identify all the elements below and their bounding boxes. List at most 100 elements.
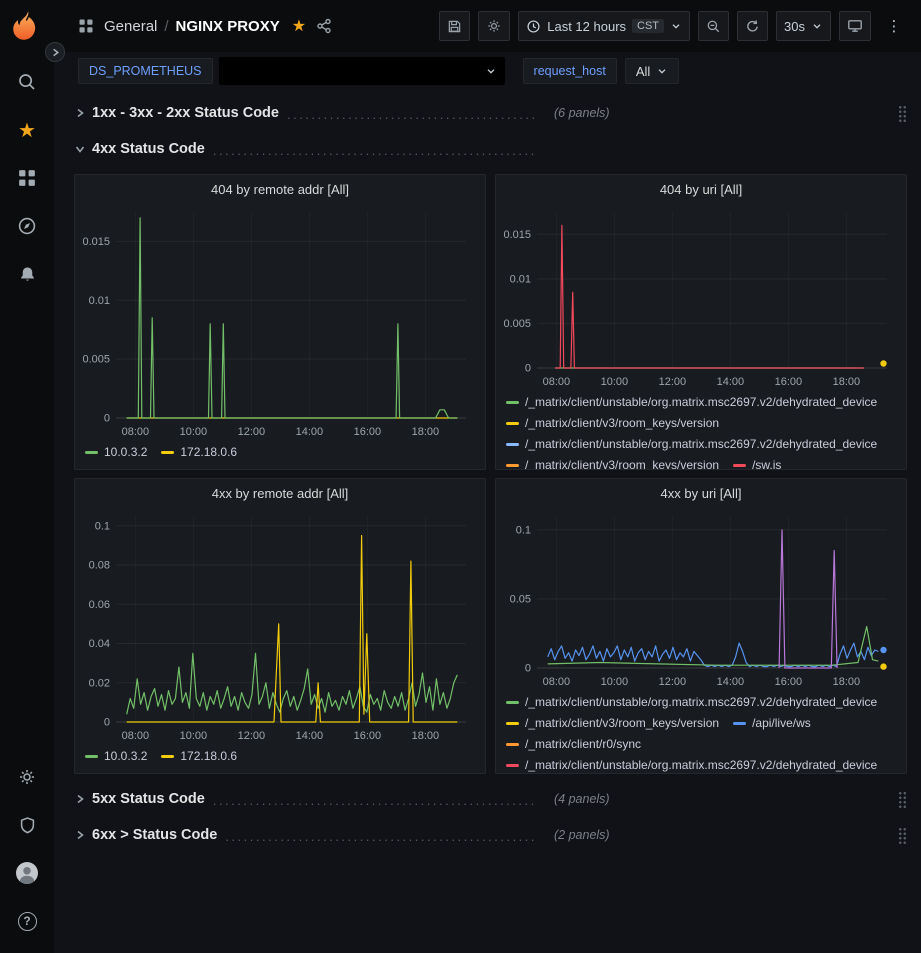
legend-item[interactable]: 172.18.0.6 xyxy=(161,442,237,463)
row-drag-handle[interactable] xyxy=(898,105,907,122)
row-panel-count: (4 panels) xyxy=(554,792,610,806)
row-drag-handle[interactable] xyxy=(898,791,907,808)
legend-item[interactable]: /_matrix/client/v3/room_keys/version xyxy=(506,713,719,734)
time-range-picker[interactable]: Last 12 hours CST xyxy=(518,11,690,41)
server-admin-shield-icon[interactable] xyxy=(8,806,46,844)
cycle-view-mode-button[interactable] xyxy=(839,11,871,41)
panel-legend: /_matrix/client/unstable/org.matrix.msc2… xyxy=(496,692,906,773)
legend-item[interactable]: /_matrix/client/unstable/org.matrix.msc2… xyxy=(506,755,877,773)
legend-item[interactable]: /_matrix/client/r0/sync xyxy=(506,734,641,755)
toolbar-right: Last 12 hours CST 30s xyxy=(439,11,909,41)
svg-text:0.005: 0.005 xyxy=(503,318,531,330)
legend-item[interactable]: 10.0.3.2 xyxy=(85,746,147,767)
explore-compass-icon[interactable] xyxy=(8,207,46,245)
svg-text:08:00: 08:00 xyxy=(543,676,571,688)
favorite-star-icon[interactable]: ★ xyxy=(292,16,306,36)
panel-title[interactable]: 404 by remote addr [All] xyxy=(75,175,485,202)
svg-text:12:00: 12:00 xyxy=(659,376,687,388)
datasource-variable-label[interactable]: DS_PROMETHEUS xyxy=(78,58,213,84)
help-icon[interactable]: ? xyxy=(8,902,46,940)
svg-text:0.015: 0.015 xyxy=(503,229,531,241)
svg-text:18:00: 18:00 xyxy=(412,426,440,438)
apps-grid-icon[interactable] xyxy=(78,18,94,34)
row-title: 5xx Status Code xyxy=(92,791,205,807)
refresh-interval-dropdown[interactable]: 30s xyxy=(776,11,831,41)
row-title: 4xx Status Code xyxy=(92,141,205,157)
grafana-logo-icon[interactable] xyxy=(10,10,44,44)
user-avatar[interactable] xyxy=(8,854,46,892)
panel-title[interactable]: 4xx by uri [All] xyxy=(496,479,906,506)
breadcrumb-separator: / xyxy=(164,18,168,35)
legend-label: 10.0.3.2 xyxy=(104,442,147,463)
legend-item[interactable]: /_matrix/client/unstable/org.matrix.msc2… xyxy=(506,692,877,713)
svg-text:0: 0 xyxy=(525,363,531,375)
request-host-value: All xyxy=(636,64,650,79)
legend-label: /_matrix/client/v3/room_keys/version xyxy=(525,413,719,434)
dashboard-header: General / NGINX PROXY ★ Last 12 hours CS… xyxy=(54,0,921,52)
row-1xx-3xx-2xx-status-code[interactable]: 1xx - 3xx - 2xx Status Code ............… xyxy=(74,98,907,128)
legend-item[interactable]: /sw.js xyxy=(733,455,781,469)
sidebar-expand-button[interactable] xyxy=(45,42,65,62)
dashboard-settings-button[interactable] xyxy=(478,11,510,41)
share-icon[interactable] xyxy=(316,18,332,34)
save-dashboard-button[interactable] xyxy=(439,11,470,41)
row-leader-dots: ........................................… xyxy=(287,107,538,122)
row-leader-dots: ........................................… xyxy=(213,143,538,158)
svg-text:08:00: 08:00 xyxy=(122,426,150,438)
series-color-marker xyxy=(506,764,519,767)
svg-text:0.02: 0.02 xyxy=(89,677,110,689)
zoom-out-button[interactable] xyxy=(698,11,729,41)
svg-text:16:00: 16:00 xyxy=(354,426,382,438)
configuration-gear-icon[interactable] xyxy=(8,758,46,796)
svg-text:0.06: 0.06 xyxy=(89,599,110,611)
panel-4xx-by-remote-addr: 4xx by remote addr [All] 00.020.040.060.… xyxy=(74,478,486,774)
datasource-variable-dropdown[interactable] xyxy=(219,57,505,85)
row-6xx-status-code[interactable]: 6xx > Status Code ......................… xyxy=(74,820,907,850)
legend-label: /_matrix/client/unstable/org.matrix.msc2… xyxy=(525,434,877,455)
panel-title[interactable]: 4xx by remote addr [All] xyxy=(75,479,485,506)
request-host-variable-dropdown[interactable]: All xyxy=(625,58,679,84)
legend-label: /_matrix/client/r0/sync xyxy=(525,734,641,755)
kebab-menu-icon[interactable]: ⋮ xyxy=(879,11,909,41)
legend-label: /_matrix/client/unstable/org.matrix.msc2… xyxy=(525,692,877,713)
alerting-bell-icon[interactable] xyxy=(8,255,46,293)
legend-item[interactable]: 10.0.3.2 xyxy=(85,442,147,463)
timezone-badge: CST xyxy=(632,19,664,33)
series-color-marker xyxy=(161,451,174,454)
row-5xx-status-code[interactable]: 5xx Status Code ........................… xyxy=(74,784,907,814)
svg-text:16:00: 16:00 xyxy=(775,676,803,688)
request-host-variable-label[interactable]: request_host xyxy=(523,58,617,84)
legend-item[interactable]: /_matrix/client/unstable/org.matrix.msc2… xyxy=(506,392,877,413)
refresh-button[interactable] xyxy=(737,11,768,41)
row-drag-handle[interactable] xyxy=(898,827,907,844)
svg-text:14:00: 14:00 xyxy=(717,676,745,688)
panel-404-by-uri: 404 by uri [All] 00.0050.010.01508:0010:… xyxy=(495,174,907,470)
legend-label: /_matrix/client/v3/room_keys/version xyxy=(525,455,719,469)
svg-text:0.01: 0.01 xyxy=(510,273,531,285)
series-color-marker xyxy=(506,422,519,425)
panel-title[interactable]: 404 by uri [All] xyxy=(496,175,906,202)
svg-text:0.015: 0.015 xyxy=(82,236,110,248)
breadcrumb-dashboard-title[interactable]: NGINX PROXY xyxy=(176,18,280,35)
legend-item[interactable]: /_matrix/client/v3/room_keys/version xyxy=(506,413,719,434)
breadcrumb-folder[interactable]: General xyxy=(104,18,157,35)
chart-404-by-uri: 00.0050.010.01508:0010:0012:0014:0016:00… xyxy=(496,202,906,392)
breadcrumb: General / NGINX PROXY xyxy=(104,18,280,35)
row-title: 1xx - 3xx - 2xx Status Code xyxy=(92,105,279,121)
dashboards-icon[interactable] xyxy=(8,159,46,197)
svg-text:10:00: 10:00 xyxy=(180,730,208,742)
legend-label: /api/live/ws xyxy=(752,713,811,734)
row-panel-count: (6 panels) xyxy=(554,106,610,120)
legend-item[interactable]: 172.18.0.6 xyxy=(161,746,237,767)
starred-dashboards-icon[interactable]: ★ xyxy=(8,111,46,149)
refresh-interval-label: 30s xyxy=(784,19,805,34)
search-icon[interactable] xyxy=(8,63,46,101)
series-color-marker xyxy=(85,755,98,758)
main-area: General / NGINX PROXY ★ Last 12 hours CS… xyxy=(54,0,921,953)
legend-item[interactable]: /_matrix/client/v3/room_keys/version xyxy=(506,455,719,469)
legend-item[interactable]: /_matrix/client/unstable/org.matrix.msc2… xyxy=(506,434,877,455)
row-leader-dots: ........................................… xyxy=(225,829,538,844)
row-4xx-status-code[interactable]: 4xx Status Code ........................… xyxy=(74,134,907,164)
legend-item[interactable]: /api/live/ws xyxy=(733,713,811,734)
sidebar: ★ ? xyxy=(0,0,54,953)
